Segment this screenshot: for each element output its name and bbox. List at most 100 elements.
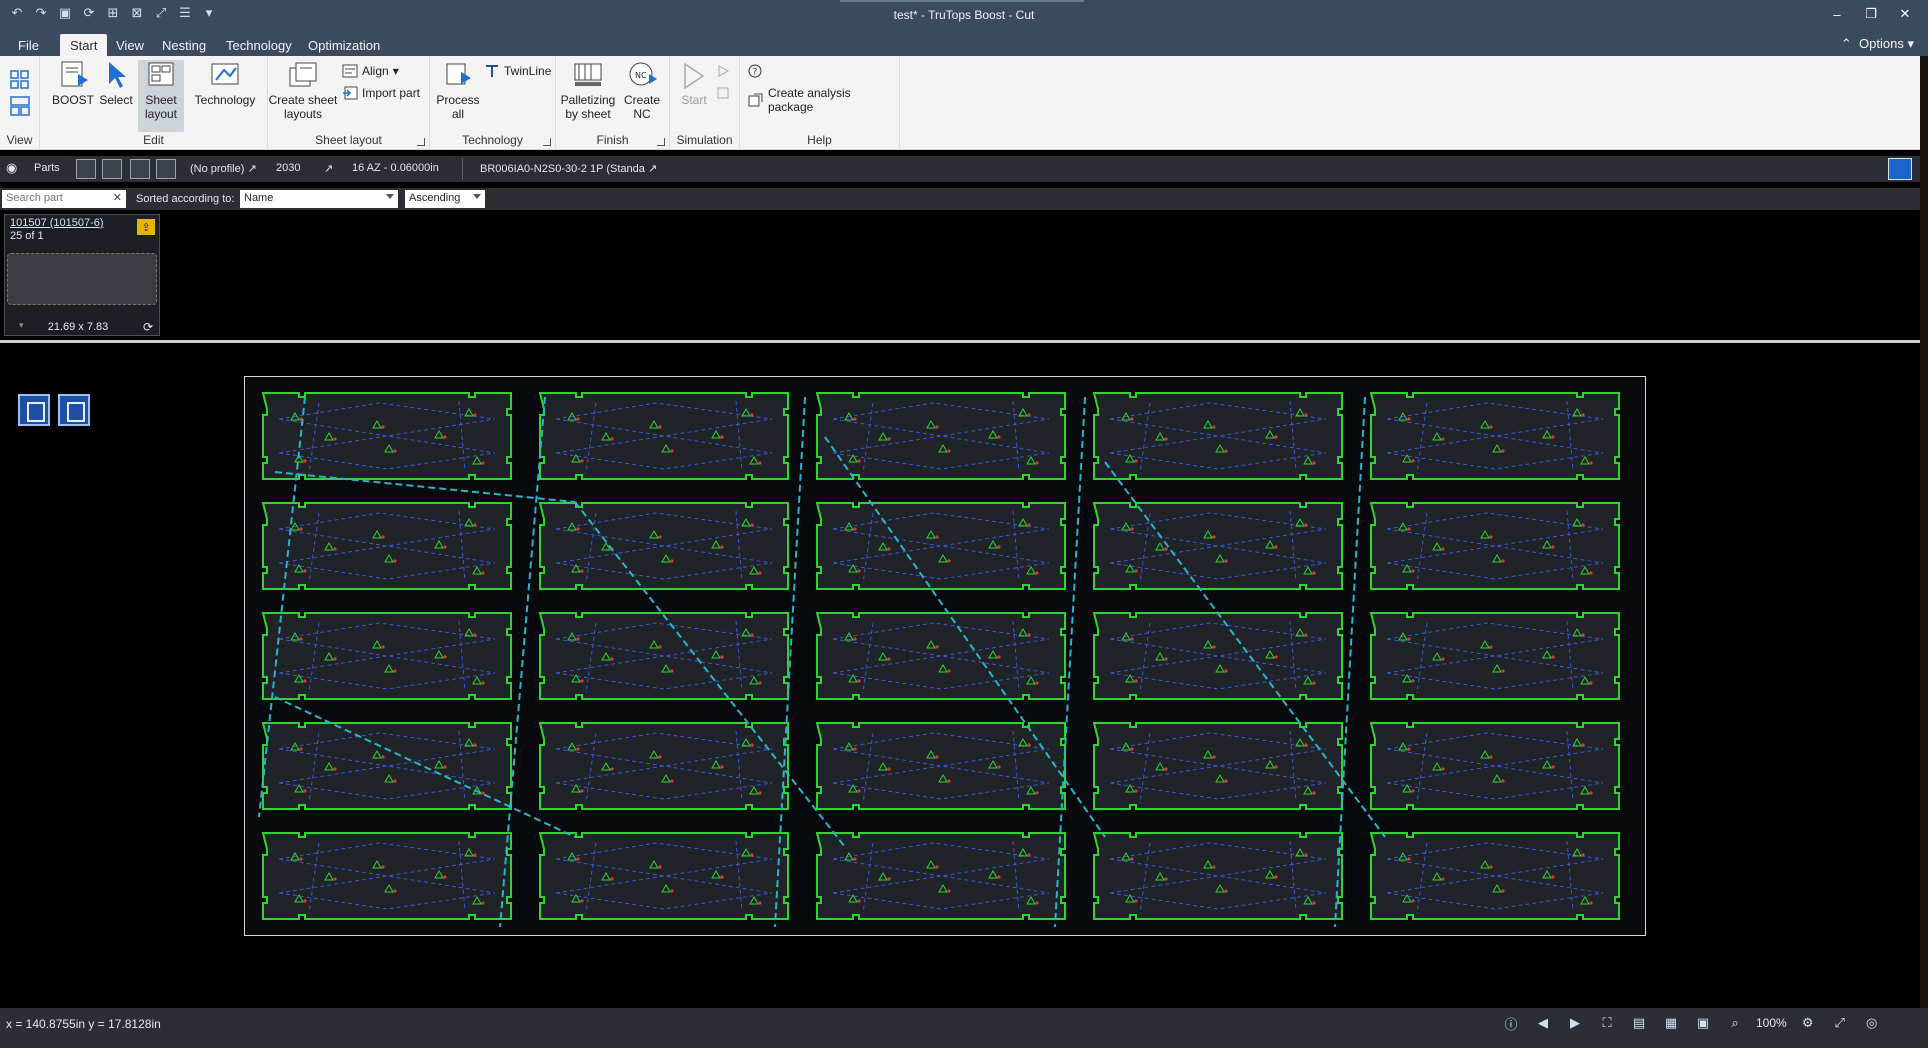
refresh-icon[interactable]: ⟳ (143, 320, 153, 334)
panel-toggle-button[interactable] (1888, 158, 1912, 180)
target-icon[interactable]: ◎ (1861, 1013, 1883, 1033)
restore-icon[interactable]: ❐ (1854, 2, 1888, 26)
part-view-button-1[interactable] (76, 159, 96, 179)
nested-part[interactable] (536, 609, 792, 703)
view-tile-icon[interactable] (10, 96, 30, 116)
nested-part[interactable] (1367, 609, 1623, 703)
twinline-button[interactable]: TwinLine (484, 64, 551, 78)
technology-button[interactable]: Technology (190, 60, 260, 107)
part-card[interactable]: 101507 (101507-6) 25 of 1 ⇪ ▾ 21.69 x 7.… (4, 214, 160, 336)
part-name[interactable]: 101507 (101507-6) (10, 217, 104, 229)
palletizing-button[interactable]: Palletizing by sheet (558, 60, 618, 121)
splitter[interactable] (0, 340, 1920, 343)
create-nc-button[interactable]: NC Create NC (620, 60, 664, 121)
sheet-canvas[interactable] (0, 344, 1920, 1008)
process-all-button[interactable]: Process all (434, 60, 482, 121)
zoom-icon[interactable]: ⌕ (1724, 1013, 1746, 1033)
sort-order-select[interactable]: Ascending (405, 190, 485, 208)
ribbon-group-technology: Process all TwinLine Technology (430, 56, 556, 150)
sheet-layout-launcher[interactable] (417, 138, 425, 146)
tab-optimization[interactable]: Optimization (298, 34, 390, 56)
nested-part[interactable] (259, 609, 515, 703)
next-icon[interactable]: ▶ (1564, 1013, 1586, 1033)
nested-part[interactable] (813, 719, 1069, 813)
finish-launcher[interactable] (657, 138, 665, 146)
play-icon (684, 62, 705, 90)
window-title: test* - TruTops Boost - Cut (893, 8, 1035, 22)
start-simulation-button[interactable]: Start (674, 60, 714, 107)
nested-part[interactable] (1367, 499, 1623, 593)
nested-part[interactable] (1090, 499, 1346, 593)
sort-field-select[interactable]: Name (240, 190, 398, 208)
previous-icon[interactable]: ◀ (1532, 1013, 1554, 1033)
nested-part[interactable] (1090, 389, 1346, 483)
nested-part[interactable] (536, 829, 792, 923)
part-list: 101507 (101507-6) 25 of 1 ⇪ ▾ 21.69 x 7.… (0, 212, 1920, 338)
align-button[interactable]: Align ▾ (342, 64, 399, 78)
nested-part[interactable] (259, 499, 515, 593)
zoom-level: 100% (1756, 1016, 1787, 1030)
search-part-input[interactable]: Search part ✕ (2, 190, 126, 208)
info-icon[interactable]: ⓘ (1500, 1013, 1522, 1033)
nested-part[interactable] (1090, 719, 1346, 813)
tab-technology[interactable]: Technology (216, 34, 302, 56)
sheet-plate[interactable] (244, 376, 1646, 936)
nested-part[interactable] (813, 389, 1069, 483)
status-tools: ⓘ ◀ ▶ ⛶ ▤ ▦ ▣ ⌕ 100% ⚙ ⤢ ◎ (1500, 1013, 1883, 1033)
step-icon[interactable] (716, 64, 730, 78)
nested-part[interactable] (1367, 829, 1623, 923)
collapse-icon[interactable]: ◉ (6, 160, 17, 176)
sorted-according-label: Sorted according to: (136, 193, 235, 205)
nested-part[interactable] (1090, 829, 1346, 923)
select-button[interactable]: Select (96, 60, 136, 107)
create-analysis-package-button[interactable]: Create analysis package (748, 86, 899, 114)
options-menu[interactable]: ⌃ Options ▾ (1841, 36, 1914, 52)
tab-view[interactable]: View (106, 34, 154, 56)
fit-icon[interactable]: ⛶ (1596, 1013, 1618, 1033)
create-sheet-layouts-button[interactable]: Create sheet layouts (268, 60, 338, 121)
minimize-icon[interactable]: – (1820, 2, 1854, 26)
detail-view-icon[interactable]: ▣ (1692, 1013, 1714, 1033)
nested-part[interactable] (813, 499, 1069, 593)
group-label-help: Help (807, 133, 832, 147)
tab-start[interactable]: Start (60, 34, 108, 56)
help-icon[interactable]: ? (748, 64, 762, 78)
clear-search-icon[interactable]: ✕ (113, 191, 122, 204)
profile-selector[interactable]: (No profile) ↗ (190, 162, 257, 175)
sheet-view-icon[interactable]: ▤ (1628, 1013, 1650, 1033)
nested-part[interactable] (813, 609, 1069, 703)
nested-part[interactable] (536, 719, 792, 813)
group-label-view: View (6, 133, 33, 147)
nested-part[interactable] (1090, 609, 1346, 703)
nested-part[interactable] (536, 499, 792, 593)
parts-label: Parts (34, 162, 60, 174)
tab-nesting[interactable]: Nesting (152, 34, 216, 56)
tab-file[interactable]: File (8, 34, 49, 56)
sheet-layout-icon (148, 62, 174, 86)
grid-view-icon[interactable]: ▦ (1660, 1013, 1682, 1033)
nested-part[interactable] (1367, 389, 1623, 483)
nested-part[interactable] (259, 389, 515, 483)
sheet-layout-button[interactable]: Sheet layout (138, 60, 184, 132)
view-part-icon[interactable] (18, 394, 50, 426)
settings-icon[interactable]: ⚙ (1797, 1013, 1819, 1033)
technology-launcher[interactable] (543, 138, 551, 146)
part-view-button-4[interactable] (156, 159, 176, 179)
import-part-button[interactable]: Import part (342, 86, 420, 100)
part-view-button-3[interactable] (130, 159, 150, 179)
stop-icon[interactable] (716, 86, 730, 100)
nested-part[interactable] (259, 719, 515, 813)
part-view-button-2[interactable] (102, 159, 122, 179)
nested-part[interactable] (536, 389, 792, 483)
machine-selector[interactable]: BR006IA0-N2S0-30-2 1P (Standa ↗ (480, 162, 657, 175)
nested-part[interactable] (813, 829, 1069, 923)
nested-part[interactable] (1367, 719, 1623, 813)
view-sheet-icon[interactable] (58, 394, 90, 426)
material-link-icon[interactable]: ↗ (324, 162, 333, 175)
close-icon[interactable]: ✕ (1888, 2, 1922, 26)
boost-button[interactable]: BOOST (50, 60, 96, 107)
nested-part[interactable] (259, 829, 515, 923)
view-grid-icon[interactable] (10, 70, 30, 90)
pin-icon[interactable]: ⇪ (137, 219, 155, 235)
measure-icon[interactable]: ⤢ (1829, 1013, 1851, 1033)
